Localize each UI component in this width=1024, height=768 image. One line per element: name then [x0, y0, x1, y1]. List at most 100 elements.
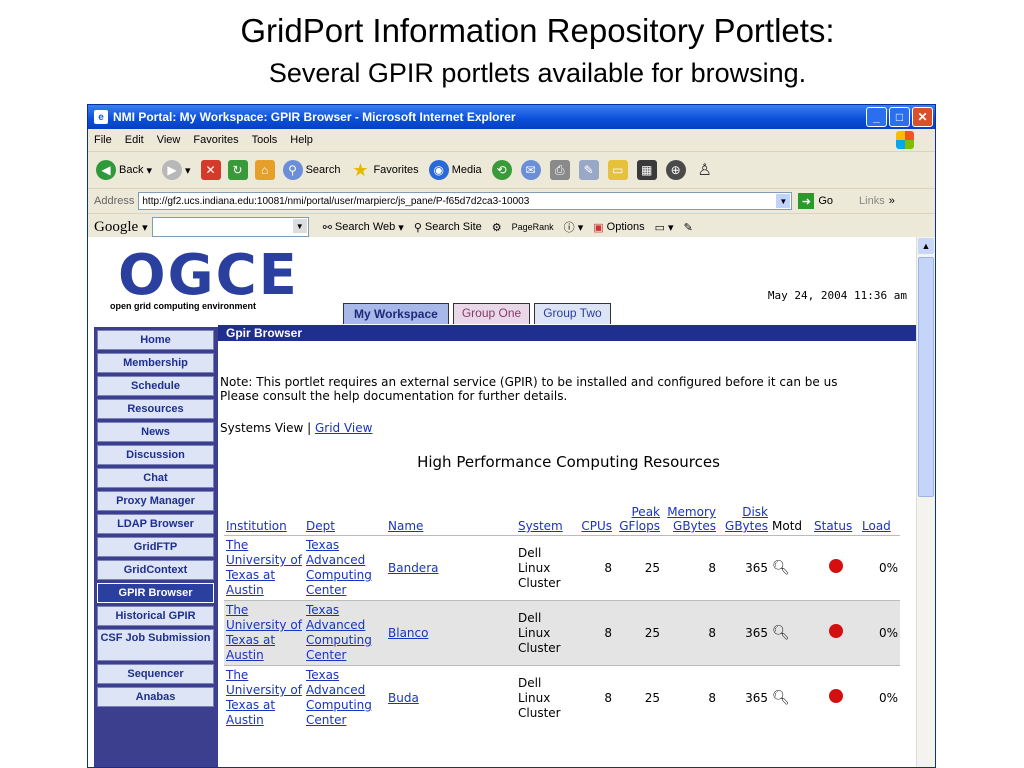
edit-icon[interactable]: ✎ [578, 160, 599, 180]
nav-discussion[interactable]: Discussion [97, 445, 214, 465]
menu-view[interactable]: View [157, 134, 181, 146]
vertical-scrollbar[interactable]: ▲ [916, 237, 935, 767]
col-memory-gbytes[interactable]: Memory GBytes [662, 505, 718, 536]
address-input[interactable]: http://gf2.ucs.indiana.edu:10081/nmi/por… [138, 192, 793, 210]
research-icon[interactable]: ⊕ [665, 160, 686, 180]
scroll-up-icon[interactable]: ▲ [918, 238, 934, 254]
institution-cell[interactable]: The University of Texas at Austin [224, 600, 304, 666]
name-cell[interactable]: Blanco [386, 600, 516, 666]
scroll-thumb[interactable] [918, 257, 934, 497]
magnifier-icon[interactable]: 🔍︎ [772, 625, 790, 641]
nav-home[interactable]: Home [97, 330, 214, 350]
menu-help[interactable]: Help [290, 134, 313, 146]
nav-sequencer[interactable]: Sequencer [97, 664, 214, 684]
google-dropdown-icon[interactable]: ▼ [292, 219, 307, 233]
nav-schedule[interactable]: Schedule [97, 376, 214, 396]
nav-proxy-manager[interactable]: Proxy Manager [97, 491, 214, 511]
institution-cell[interactable]: The University of Texas at Austin [224, 665, 304, 730]
menu-favorites[interactable]: Favorites [193, 134, 238, 146]
col-institution[interactable]: Institution [224, 505, 304, 536]
tab-my-workspace[interactable]: My Workspace [343, 303, 449, 324]
nav-historical-gpir[interactable]: Historical GPIR [97, 606, 214, 626]
motd-cell[interactable]: 🔍︎ [770, 665, 812, 730]
links-label[interactable]: Links [859, 195, 885, 207]
page-info-icon[interactable]: ⚙ [492, 221, 502, 234]
forward-button[interactable]: ▶ ▾ [162, 160, 191, 180]
motd-cell[interactable]: 🔍︎ [770, 535, 812, 601]
col-memory-label: Memory [667, 505, 716, 519]
grid-view-link[interactable]: Grid View [315, 421, 372, 435]
menu-tools[interactable]: Tools [252, 134, 278, 146]
tab-group-one[interactable]: Group One [452, 303, 531, 324]
magnifier-icon[interactable]: 🔍︎ [772, 690, 790, 706]
nav-csf-job-submission[interactable]: CSF Job Submission [97, 629, 214, 661]
info-icon[interactable]: ⓘ ▾ [564, 219, 584, 235]
home-icon[interactable]: ⌂ [254, 160, 275, 180]
col-peak-label: Peak [631, 505, 661, 519]
system-cell: Dell Linux Cluster [516, 535, 574, 601]
refresh-icon[interactable]: ↻ [227, 160, 248, 180]
dept-cell[interactable]: Texas Advanced Computing Center [304, 535, 386, 601]
col-status[interactable]: Status [812, 505, 860, 536]
col-load[interactable]: Load [860, 505, 900, 536]
google-logo[interactable]: Google [94, 219, 138, 236]
favorites-button[interactable]: ★ Favorites [350, 160, 418, 180]
maximize-button[interactable]: □ [889, 107, 910, 127]
motd-cell[interactable]: 🔍︎ [770, 600, 812, 666]
chevron-right-icon[interactable]: » [889, 195, 895, 207]
minimize-button[interactable]: _ [866, 107, 887, 127]
dept-cell[interactable]: Texas Advanced Computing Center [304, 665, 386, 730]
google-menu-chevron-icon[interactable]: ▾ [142, 221, 148, 234]
folder-icon[interactable]: ▭ [607, 160, 628, 180]
workspace-tabs: My Workspace Group One Group Two [343, 303, 615, 324]
name-cell[interactable]: Bandera [386, 535, 516, 601]
close-button[interactable]: ✕ [912, 107, 933, 127]
go-arrow-icon: ➜ [798, 193, 815, 209]
col-disk-gbytes[interactable]: Disk GBytes [718, 505, 770, 536]
favorites-label: Favorites [373, 164, 419, 176]
highlighter-icon[interactable]: ✎ [684, 221, 693, 234]
go-button[interactable]: ➜ Go [798, 193, 833, 209]
bookmark-folder-icon[interactable]: ▭ ▾ [655, 221, 674, 234]
tab-group-two[interactable]: Group Two [534, 303, 611, 324]
nav-anabas[interactable]: Anabas [97, 687, 214, 707]
nav-gridftp[interactable]: GridFTP [97, 537, 214, 557]
nav-news[interactable]: News [97, 422, 214, 442]
memory-cell: 8 [662, 665, 718, 730]
col-dept[interactable]: Dept [304, 505, 386, 536]
nav-ldap-browser[interactable]: LDAP Browser [97, 514, 214, 534]
col-peak-gflops[interactable]: Peak GFlops [614, 505, 662, 536]
mail-icon[interactable]: ✉ [520, 160, 541, 180]
nav-resources[interactable]: Resources [97, 399, 214, 419]
back-button[interactable]: ◀ Back ▾ [96, 160, 152, 180]
print-icon[interactable]: ⎙ [549, 160, 570, 180]
dept-cell[interactable]: Texas Advanced Computing Center [304, 600, 386, 666]
col-system[interactable]: System [516, 505, 574, 536]
stop-icon[interactable]: ✕ [200, 160, 221, 180]
search-button[interactable]: ⚲ Search [282, 160, 340, 180]
name-cell[interactable]: Buda [386, 665, 516, 730]
institution-cell[interactable]: The University of Texas at Austin [224, 535, 304, 601]
system-cell: Dell Linux Cluster [516, 600, 574, 666]
messenger-icon[interactable]: ▦ [636, 160, 657, 180]
view-switcher: Systems View | Grid View [220, 421, 917, 435]
col-cpus[interactable]: CPUs [574, 505, 614, 536]
pagerank-indicator[interactable]: PageRank [512, 222, 554, 232]
nav-membership[interactable]: Membership [97, 353, 214, 373]
media-button[interactable]: ◉ Media [428, 160, 482, 180]
nav-gridcontext[interactable]: GridContext [97, 560, 214, 580]
address-dropdown-icon[interactable]: ▼ [776, 194, 791, 208]
search-site-button[interactable]: ⚲ Search Site [414, 221, 482, 234]
menu-file[interactable]: File [94, 134, 112, 146]
google-search-input[interactable]: ▼ [151, 217, 309, 237]
table-row: The University of Texas at Austin Texas … [224, 665, 900, 730]
col-name[interactable]: Name [386, 505, 516, 536]
history-icon[interactable]: ⟲ [491, 160, 512, 180]
options-button[interactable]: ▣ Options [593, 221, 644, 234]
magnifier-icon[interactable]: 🔍︎ [772, 560, 790, 576]
person-icon[interactable]: ♙ [695, 160, 715, 180]
search-web-button[interactable]: ⚯ Search Web ▾ [323, 221, 404, 234]
nav-gpir-browser[interactable]: GPIR Browser [97, 583, 214, 603]
menu-edit[interactable]: Edit [125, 134, 144, 146]
nav-chat[interactable]: Chat [97, 468, 214, 488]
